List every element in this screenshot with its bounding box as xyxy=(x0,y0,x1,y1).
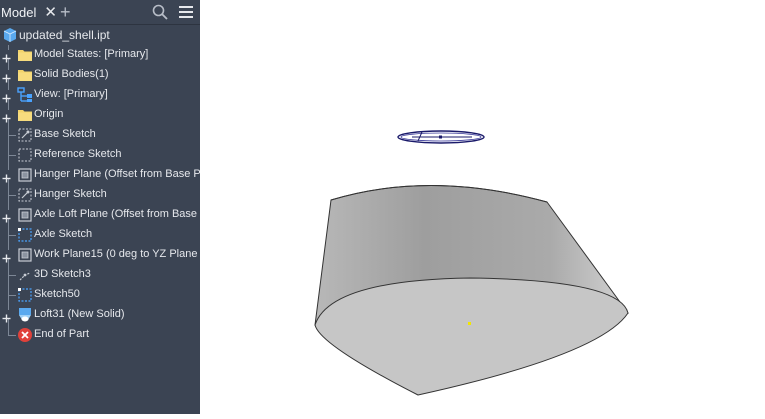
axle-sketch-profile[interactable] xyxy=(397,130,485,144)
close-icon[interactable]: ✕ xyxy=(44,5,57,20)
expand-plus-icon[interactable] xyxy=(2,90,11,103)
tree-item-loft31-new-solid[interactable]: Loft31 (New Solid) xyxy=(0,305,200,325)
tree-item-hanger-sketch[interactable]: Hanger Sketch xyxy=(0,185,200,205)
tree-item-sketch50[interactable]: Sketch50 xyxy=(0,285,200,305)
tree-item-work-plane15-0-deg-to-yz-plane-a[interactable]: Work Plane15 (0 deg to YZ Plane a xyxy=(0,245,200,265)
sketch-dashed-icon xyxy=(17,147,33,163)
loft-icon xyxy=(17,307,33,323)
tree-connector xyxy=(8,275,16,276)
tree-item-base-sketch[interactable]: Base Sketch xyxy=(0,125,200,145)
folder-icon xyxy=(17,107,33,123)
tree-item-label: Sketch50 xyxy=(34,288,80,300)
tree-item-label: updated_shell.ipt xyxy=(19,28,110,42)
tree-item-origin[interactable]: Origin xyxy=(0,105,200,125)
add-tab-button[interactable]: + xyxy=(60,2,71,22)
tree-item-label: View: [Primary] xyxy=(34,88,108,100)
tree-item-label: Solid Bodies(1) xyxy=(34,68,109,80)
tab-model[interactable]: Model ✕ xyxy=(0,0,61,24)
tab-model-label: Model xyxy=(1,4,37,20)
tree-item-axle-loft-plane-offset-from-base[interactable]: Axle Loft Plane (Offset from Base xyxy=(0,205,200,225)
tree-item-end-of-part[interactable]: End of Part xyxy=(0,325,200,345)
tree-item-view-primary[interactable]: View: [Primary] xyxy=(0,85,200,105)
tree-connector xyxy=(8,195,16,196)
tree-connector xyxy=(8,155,16,156)
tree-item-model-states-primary[interactable]: Model States: [Primary] xyxy=(0,45,200,65)
search-icon[interactable] xyxy=(152,4,168,20)
hamburger-menu-icon[interactable] xyxy=(178,4,194,20)
tree-connector xyxy=(8,335,16,336)
tree-item-label: Axle Sketch xyxy=(34,228,93,240)
tree-item-label: Hanger Sketch xyxy=(34,188,107,200)
sketch-3d-icon xyxy=(17,267,33,283)
tree-item-label: Model States: [Primary] xyxy=(34,48,149,60)
browser-header: Model ✕ + xyxy=(0,0,200,25)
tree-item-label: Base Sketch xyxy=(34,128,96,140)
expand-plus-icon[interactable] xyxy=(2,70,11,83)
tree-item-axle-sketch[interactable]: Axle Sketch xyxy=(0,225,200,245)
tree-connector xyxy=(8,135,16,136)
work-plane-icon xyxy=(17,247,33,263)
tree-item-label: Origin xyxy=(34,108,64,120)
tree-connector xyxy=(8,235,16,236)
expand-plus-icon[interactable] xyxy=(2,170,11,183)
sketch-blue-icon xyxy=(17,287,33,303)
tree-item-solid-bodies-1[interactable]: Solid Bodies(1) xyxy=(0,65,200,85)
expand-plus-icon[interactable] xyxy=(2,110,11,123)
tree-item-label: Axle Loft Plane (Offset from Base xyxy=(34,208,198,220)
tree-item-updated-shell-ipt[interactable]: updated_shell.ipt xyxy=(0,25,200,45)
work-plane-icon xyxy=(17,207,33,223)
tree-item-label: Work Plane15 (0 deg to YZ Plane a xyxy=(34,248,200,260)
graphics-viewport[interactable] xyxy=(200,0,765,414)
loft-solid-body[interactable] xyxy=(314,185,629,396)
tree-item-label: Reference Sketch xyxy=(34,148,122,160)
expand-plus-icon[interactable] xyxy=(2,310,11,323)
tree-connector xyxy=(8,295,16,296)
folder-icon xyxy=(17,47,33,63)
model-view xyxy=(314,130,629,396)
sketch-blue-icon xyxy=(17,227,33,243)
tree-item-reference-sketch[interactable]: Reference Sketch xyxy=(0,145,200,165)
tree-connector xyxy=(8,325,9,335)
tree-item-hanger-plane-offset-from-base-pl[interactable]: Hanger Plane (Offset from Base Pl xyxy=(0,165,200,185)
tree-item-3d-sketch3[interactable]: 3D Sketch3 xyxy=(0,265,200,285)
work-plane-icon xyxy=(17,167,33,183)
part-icon xyxy=(2,27,18,43)
view-icon xyxy=(17,87,33,103)
folder-icon xyxy=(17,67,33,83)
tree-item-label: 3D Sketch3 xyxy=(34,268,91,280)
tree-item-label: End of Part xyxy=(34,328,90,340)
sketch-icon xyxy=(17,127,33,143)
tree-item-label: Hanger Plane (Offset from Base Pl xyxy=(34,168,200,180)
end-of-part-icon xyxy=(17,327,33,343)
expand-plus-icon[interactable] xyxy=(2,250,11,263)
expand-plus-icon[interactable] xyxy=(2,210,11,223)
sketch-icon xyxy=(17,187,33,203)
center-point-marker xyxy=(468,322,471,325)
expand-plus-icon[interactable] xyxy=(2,50,11,63)
model-browser-panel: Model ✕ + updated_shell.ipt Model States:… xyxy=(0,0,200,414)
tree-item-label: Loft31 (New Solid) xyxy=(34,308,125,320)
